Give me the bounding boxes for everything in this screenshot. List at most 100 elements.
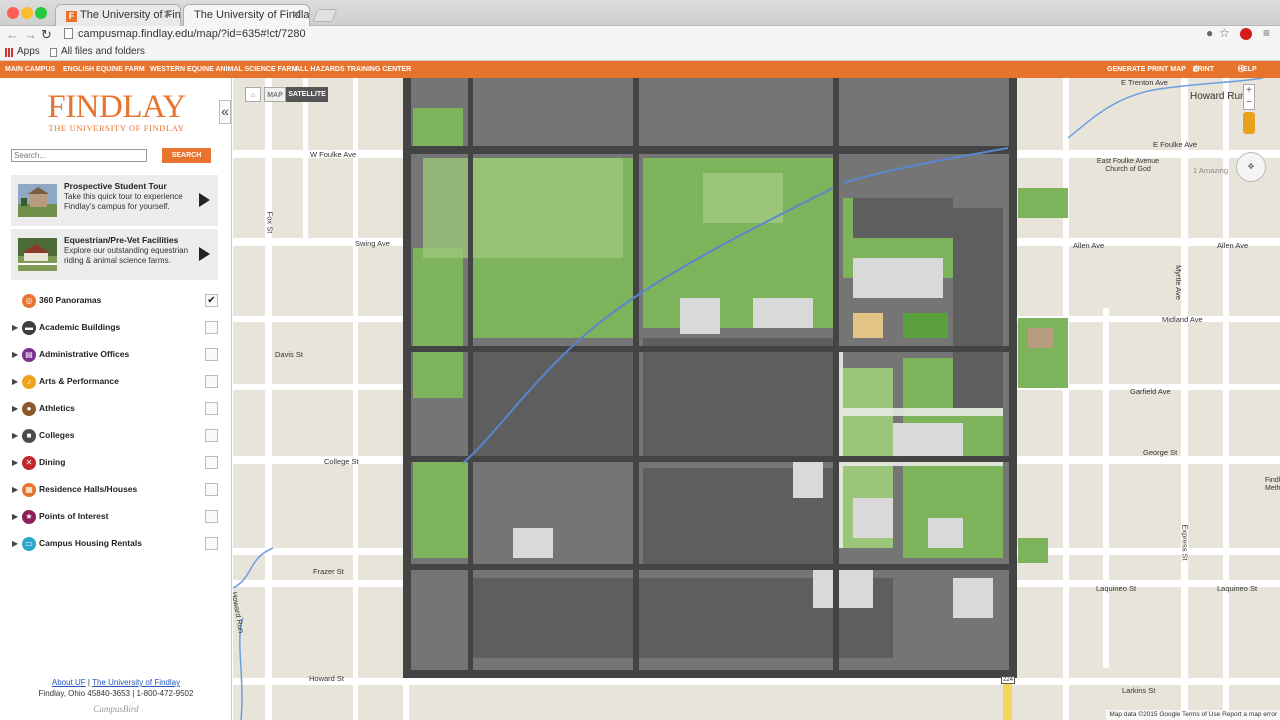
play-icon[interactable] (199, 193, 210, 207)
layer-checkbox[interactable] (205, 483, 218, 496)
generate-print-map-link[interactable]: GENERATE PRINT MAP (1107, 61, 1186, 78)
university-link[interactable]: The University of Findlay (92, 678, 180, 687)
layer-arts-performance[interactable]: ▶ ♪ Arts & Performance (12, 374, 218, 390)
layer-label: 360 Panoramas (39, 295, 102, 305)
search-button[interactable]: SEARCH (162, 148, 211, 163)
expand-arrow-icon[interactable]: ▶ (12, 539, 18, 548)
road-label: E Trenton Ave (1121, 78, 1168, 87)
close-window-button[interactable] (7, 7, 19, 19)
browser-tab-strip: FThe University of Findlay ✕ The Univers… (0, 0, 1280, 26)
address-bar[interactable]: campusmap.findlay.edu/map/?id=635#!ct/72… (78, 26, 1218, 43)
layer-checkbox[interactable] (205, 348, 218, 361)
expand-arrow-icon[interactable]: ▶ (12, 350, 18, 359)
layer-athletics[interactable]: ▶ ● Athletics (12, 401, 218, 417)
nav-western-equine-farm[interactable]: WESTERN EQUINE ANIMAL SCIENCE FARM (150, 61, 297, 78)
utensils-icon: ✕ (22, 456, 36, 470)
expand-arrow-icon[interactable]: ▶ (12, 323, 18, 332)
layer-residence-halls[interactable]: ▶ ▦ Residence Halls/Houses (12, 482, 218, 498)
satellite-view-button[interactable]: SATELLITE (286, 87, 328, 102)
campus-map[interactable]: ⌂ MAP SATELLITE W Foulke Ave Swing Ave D… (233, 78, 1280, 720)
expand-arrow-icon[interactable]: ▶ (12, 431, 18, 440)
campusbird-logo[interactable]: CampusBird (0, 704, 232, 714)
layer-dining[interactable]: ▶ ✕ Dining (12, 455, 218, 471)
route-shield: 224 (1001, 676, 1016, 684)
bookmark-star-icon[interactable]: ☆ (1219, 26, 1230, 40)
forward-arrow-icon[interactable]: → (24, 27, 37, 42)
files-bookmark[interactable]: All files and folders (61, 44, 145, 60)
layer-campus-housing-rentals[interactable]: ▶ ▭ Campus Housing Rentals (12, 536, 218, 552)
nav-english-equine-farm[interactable]: ENGLISH EQUINE FARM (63, 61, 145, 78)
layer-label: Colleges (39, 430, 75, 440)
map-view-button[interactable]: MAP (264, 87, 286, 102)
layer-label: Administrative Offices (39, 349, 130, 359)
layer-points-of-interest[interactable]: ▶ ★ Points of Interest (12, 509, 218, 525)
road-label: Myrtle Ave (1173, 265, 1183, 300)
map-attribution[interactable]: Map data ©2015 Google Terms of Use Repor… (1106, 710, 1280, 720)
star-icon: ★ (22, 510, 36, 524)
search-input[interactable] (11, 149, 147, 162)
zoom-control[interactable]: + − (1243, 84, 1255, 110)
maximize-window-button[interactable] (35, 7, 47, 19)
print-label: PRINT (1193, 66, 1214, 73)
footer-separator: | (87, 678, 90, 687)
expand-arrow-icon[interactable]: ▶ (12, 404, 18, 413)
expand-arrow-icon[interactable]: ▶ (12, 458, 18, 467)
layer-colleges[interactable]: ▶ ■ Colleges (12, 428, 218, 444)
menu-hamburger-icon[interactable]: ≡ (1263, 26, 1270, 40)
back-arrow-icon[interactable]: ← (6, 27, 19, 42)
road-label: Garfield Ave (1130, 387, 1171, 396)
layer-academic-buildings[interactable]: ▶ ▬ Academic Buildings (12, 320, 218, 336)
layer-checkbox[interactable] (205, 456, 218, 469)
folder-icon (50, 48, 57, 57)
close-tab-icon[interactable]: ✕ (292, 5, 301, 25)
home-icon[interactable]: ⌂ (245, 87, 261, 102)
nav-all-hazards-center[interactable]: ALL HAZARDS TRAINING CENTER (295, 61, 411, 78)
expand-arrow-icon[interactable]: ▶ (12, 377, 18, 386)
layer-label: Dining (39, 457, 66, 467)
layer-checkbox[interactable] (205, 402, 218, 415)
reload-icon[interactable]: ↻ (41, 27, 52, 43)
ball-icon: ● (22, 402, 36, 416)
layer-checkbox[interactable] (205, 510, 218, 523)
promo-student-tour[interactable]: Prospective Student Tour Take this quick… (11, 175, 218, 226)
road-label: Frazer St (313, 567, 344, 576)
bookmarks-bar: Apps All files and folders (0, 44, 1280, 61)
sidebar: FINDLAY THE UNIVERSITY OF FINDLAY « SEAR… (0, 78, 232, 720)
findlay-logo[interactable]: FINDLAY THE UNIVERSITY OF FINDLAY (44, 90, 189, 133)
layer-checkbox[interactable] (205, 537, 218, 550)
map-canvas[interactable] (233, 78, 1280, 720)
expand-arrow-icon[interactable]: ▶ (12, 485, 18, 494)
promo-equestrian[interactable]: Equestrian/Pre-Vet Facilities Explore ou… (11, 229, 218, 280)
layer-label: Arts & Performance (39, 376, 119, 386)
pan-control-icon[interactable]: ✥ (1236, 152, 1266, 182)
nav-main-campus[interactable]: MAIN CAMPUS (5, 61, 55, 78)
location-pin-icon[interactable]: ● (1206, 26, 1213, 40)
collapse-sidebar-button[interactable]: « (219, 100, 231, 124)
layer-checkbox[interactable] (205, 375, 218, 388)
apps-bookmark[interactable]: Apps (17, 44, 40, 60)
expand-arrow-icon[interactable]: ▶ (12, 512, 18, 521)
opera-extension-icon[interactable] (1240, 28, 1252, 40)
road-label: Swing Ave (355, 239, 390, 248)
layer-360-panoramas[interactable]: ◎ 360 Panoramas ✔ (12, 293, 218, 309)
about-uf-link[interactable]: About UF (52, 678, 86, 687)
promo-description: Explore our outstanding equestrian ridin… (64, 246, 189, 265)
browser-tab-active[interactable]: The University of Findlay ✕ (183, 4, 310, 26)
layer-label: Campus Housing Rentals (39, 538, 142, 548)
browser-tab[interactable]: FThe University of Findlay ✕ (55, 4, 181, 26)
promo-title: Equestrian/Pre-Vet Facilities (64, 235, 179, 245)
road-label: E Foulke Ave (1153, 140, 1198, 149)
play-icon[interactable] (199, 247, 210, 261)
layer-checkbox[interactable] (205, 429, 218, 442)
layer-checkbox[interactable]: ✔ (205, 294, 218, 307)
street-view-pegman-icon[interactable] (1243, 112, 1255, 134)
zoom-in-icon[interactable]: + (1246, 85, 1252, 96)
zoom-out-icon[interactable]: − (1246, 97, 1252, 108)
road-label: Larkins St (1122, 686, 1156, 695)
layer-checkbox[interactable] (205, 321, 218, 334)
road-label: Midland Ave (1162, 315, 1203, 324)
minimize-window-button[interactable] (21, 7, 33, 19)
close-tab-icon[interactable]: ✕ (163, 5, 172, 25)
new-tab-button[interactable] (312, 9, 338, 22)
layer-administrative-offices[interactable]: ▶ ▤ Administrative Offices (12, 347, 218, 363)
